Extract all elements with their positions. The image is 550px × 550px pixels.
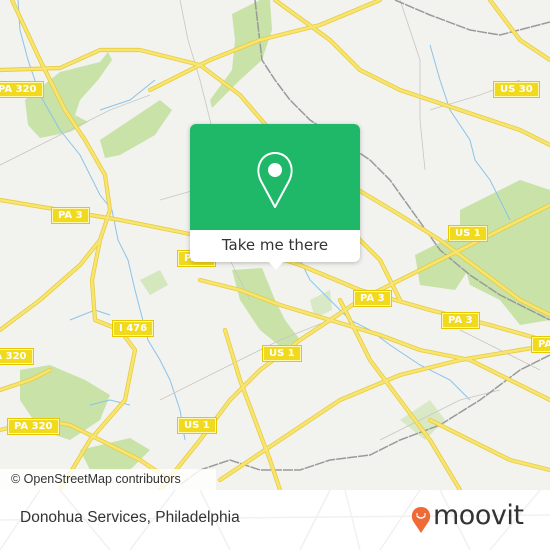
footer-bar: Donohua Services, Philadelphia moovit <box>0 490 550 550</box>
route-shield-i476: I 476 <box>111 320 155 337</box>
take-me-there-button[interactable]: Take me there <box>190 230 360 262</box>
route-shield-pa320: PA 320 <box>0 81 44 98</box>
route-shield-pa3: PA 3 <box>441 312 480 329</box>
map-pin-icon <box>257 152 293 208</box>
place-name: Donohua Services, Philadelphia <box>20 509 240 526</box>
route-shield-us1: US 1 <box>262 345 302 362</box>
popup-pointer <box>268 261 284 270</box>
route-shield-us1: US 1 <box>448 225 488 242</box>
map-view[interactable]: PA 320 US 30 PA 3 US 1 PA 3 PA 3 PA 3 I … <box>0 0 550 490</box>
route-shield-pa3: PA 3 <box>51 207 90 224</box>
route-shield-pa3: PA 3 <box>353 290 392 307</box>
route-shield-pa320: PA 320 <box>0 348 34 365</box>
map-attribution[interactable]: © OpenStreetMap contributors <box>0 469 216 490</box>
route-shield-us1: US 1 <box>177 417 217 434</box>
moovit-pin-icon <box>411 507 431 533</box>
location-popup: Take me there <box>190 124 360 270</box>
route-shield-us30: US 30 <box>493 81 540 98</box>
moovit-wordmark: moovit <box>433 500 524 531</box>
route-shield-pa320: PA 320 <box>7 418 60 435</box>
route-shield-pa3: PA 3 <box>531 336 550 353</box>
popup-header <box>190 124 360 230</box>
